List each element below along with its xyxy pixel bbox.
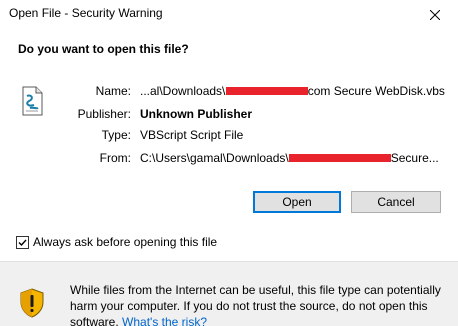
dialog-question: Do you want to open this file? [18,42,189,56]
name-suffix: .com Secure WebDisk.vbs [304,84,445,98]
title-bar: Open File - Security Warning [0,0,458,30]
redaction-bar [289,154,391,162]
window-title: Open File - Security Warning [9,6,163,20]
from-row: From: C:\Users\gamal\Downloads\ Secure... [0,151,458,167]
from-label: From: [99,151,131,165]
security-warning-dialog: Open File - Security Warning Do you want… [0,0,458,326]
close-icon [430,10,440,20]
close-button[interactable] [412,0,458,30]
always-ask-option[interactable]: Always ask before opening this file [16,235,217,249]
type-label: Type: [101,128,131,142]
from-prefix: C:\Users\gamal\Downloads\ [140,151,289,165]
type-row: Type: VBScript Script File [0,128,458,144]
name-prefix: ...al\Downloads\ [140,84,226,98]
from-suffix: Secure... [390,151,439,165]
warning-message: While files from the Internet can be use… [70,282,450,326]
file-name-row: Name: ...al\Downloads\ .com Secure WebDis… [0,84,458,100]
warning-footer: While files from the Internet can be use… [0,261,458,326]
cancel-button[interactable]: Cancel [351,191,441,213]
whats-the-risk-link[interactable]: What's the risk? [122,315,207,326]
open-button[interactable]: Open [253,191,341,213]
redaction-bar [226,87,308,95]
always-ask-label: Always ask before opening this file [33,235,218,249]
security-shield-icon [19,288,45,323]
publisher-value: Unknown Publisher [140,107,253,121]
publisher-label: Publisher: [77,107,131,121]
always-ask-checkbox[interactable] [16,235,29,249]
name-label: Name: [95,84,131,98]
type-value: VBScript Script File [140,128,244,142]
publisher-row: Publisher: Unknown Publisher [0,107,458,123]
checkmark-icon [18,239,27,246]
